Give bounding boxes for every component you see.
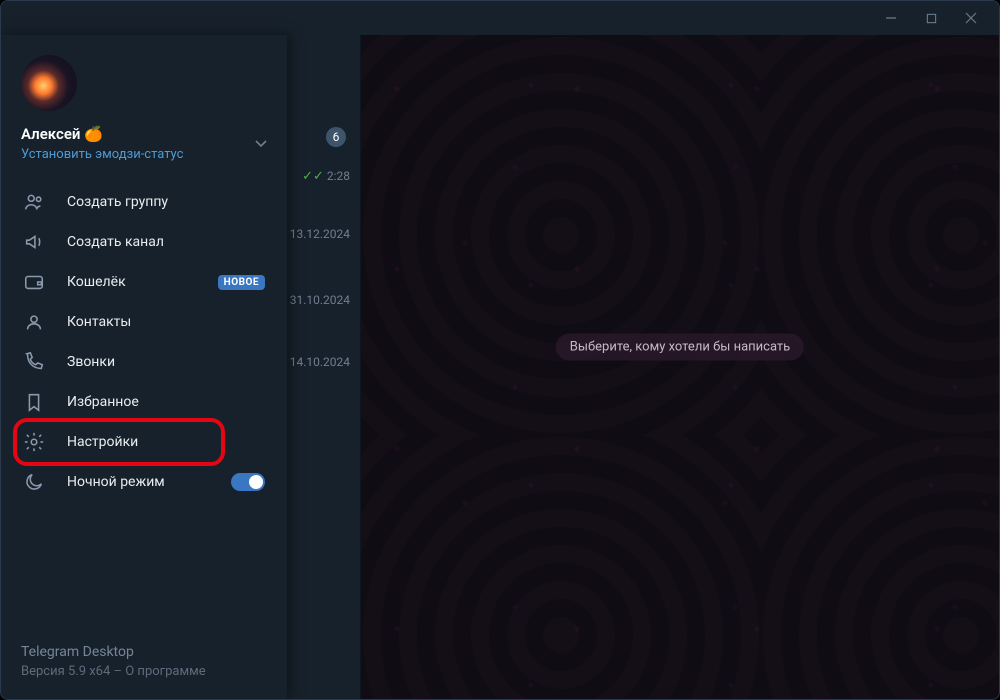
chat-date: 31.10.2024 [290, 293, 350, 307]
maximize-button[interactable] [911, 3, 951, 33]
chevron-down-icon[interactable] [253, 135, 269, 155]
settings-icon [23, 431, 45, 453]
app-name: Telegram Desktop [21, 644, 267, 660]
night-mode-toggle[interactable] [231, 473, 265, 491]
chat-time: ✓✓ 2:28 [302, 169, 350, 184]
menu-night-mode[interactable]: Ночной режим [1, 462, 287, 502]
menu-label: Контакты [67, 314, 265, 330]
menu-footer: Telegram Desktop Версия 5.9 x64 – О прог… [1, 630, 287, 699]
minimize-button[interactable] [871, 3, 911, 33]
profile-block: Алексей 🍊 Установить эмодзи-статус [1, 35, 287, 174]
menu-list: Создать группу Создать канал Кошелёк НОВ… [1, 174, 287, 630]
new-badge: НОВОЕ [218, 275, 265, 290]
calls-icon [23, 351, 45, 373]
group-icon [23, 191, 45, 213]
night-icon [23, 471, 45, 493]
menu-saved[interactable]: Избранное [1, 382, 287, 422]
chat-date: 13.12.2024 [290, 227, 350, 241]
titlebar [1, 1, 999, 35]
channel-icon [23, 231, 45, 253]
conversation-area: Выберите, кому хотели бы написать [361, 35, 999, 699]
menu-label: Звонки [67, 354, 265, 370]
main-menu-panel: Алексей 🍊 Установить эмодзи-статус Созда… [1, 35, 287, 699]
menu-label: Создать группу [67, 194, 265, 210]
avatar[interactable] [21, 55, 77, 111]
menu-new-channel[interactable]: Создать канал [1, 222, 287, 262]
menu-settings[interactable]: Настройки [1, 422, 287, 462]
menu-label: Создать канал [67, 234, 265, 250]
chat-date: 14.10.2024 [290, 355, 350, 369]
menu-label: Избранное [67, 394, 265, 410]
app-window: 6 ✓✓ 2:28 13.12.2024 фикация!.. 31.10.20… [0, 0, 1000, 700]
check-icon: ✓✓ [302, 169, 324, 184]
contacts-icon [23, 311, 45, 333]
profile-name: Алексей 🍊 [21, 125, 267, 143]
menu-wallet[interactable]: Кошелёк НОВОЕ [1, 262, 287, 302]
menu-calls[interactable]: Звонки [1, 342, 287, 382]
menu-label: Кошелёк [67, 274, 196, 290]
app-body: 6 ✓✓ 2:28 13.12.2024 фикация!.. 31.10.20… [1, 35, 999, 699]
empty-conversation-placeholder: Выберите, кому хотели бы написать [556, 334, 804, 361]
menu-label: Настройки [67, 434, 265, 450]
wallet-icon [23, 271, 45, 293]
set-emoji-status-link[interactable]: Установить эмодзи-статус [21, 147, 267, 162]
close-button[interactable] [951, 3, 991, 33]
unread-badge: 6 [326, 127, 346, 147]
saved-icon [23, 391, 45, 413]
version-line[interactable]: Версия 5.9 x64 – О программе [21, 664, 267, 679]
menu-contacts[interactable]: Контакты [1, 302, 287, 342]
menu-label: Ночной режим [67, 474, 209, 490]
menu-new-group[interactable]: Создать группу [1, 182, 287, 222]
